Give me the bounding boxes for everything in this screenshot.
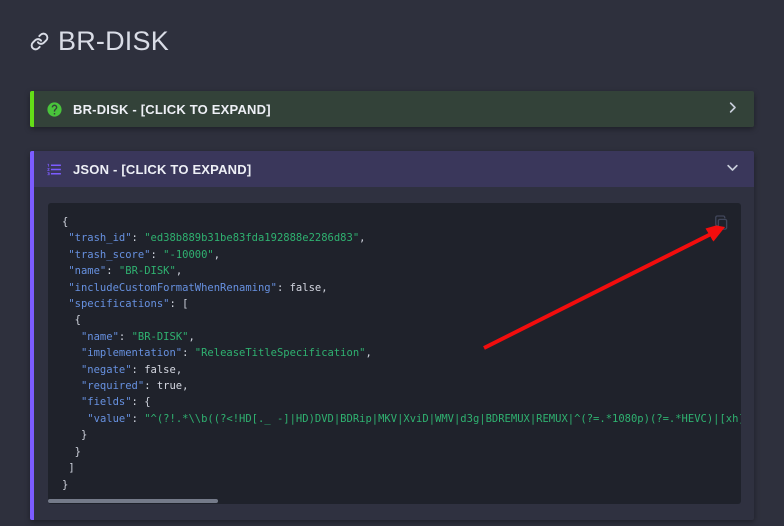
question-admonition-summary[interactable]: BR-DISK - [CLICK TO EXPAND] <box>34 91 754 127</box>
copy-icon[interactable] <box>710 211 732 233</box>
json-admonition-title: JSON - [CLICK TO EXPAND] <box>73 162 251 177</box>
json-code-block: { "trash_id": "ed38b889b31be83fda192888e… <box>48 203 741 504</box>
content-area: BR-DISK BR-DISK - [CLICK TO EXPAND] <box>0 0 784 520</box>
question-circle-icon <box>46 101 63 118</box>
chevron-down-icon <box>725 160 740 178</box>
question-admonition-title: BR-DISK - [CLICK TO EXPAND] <box>73 102 271 117</box>
json-admonition-summary[interactable]: JSON - [CLICK TO EXPAND] <box>34 151 754 187</box>
json-code: { "trash_id": "ed38b889b31be83fda192888e… <box>48 203 741 504</box>
chevron-right-icon <box>725 100 740 118</box>
json-admonition-body: { "trash_id": "ed38b889b31be83fda192888e… <box>34 187 754 520</box>
link-icon[interactable] <box>30 32 49 51</box>
json-admonition: JSON - [CLICK TO EXPAND] { "trash_id": "… <box>30 151 754 520</box>
format-list-numbered-icon <box>46 161 63 178</box>
page-title-text: BR-DISK <box>58 26 169 57</box>
horizontal-scrollbar-thumb[interactable] <box>48 499 218 503</box>
page-title: BR-DISK <box>30 26 754 57</box>
question-admonition: BR-DISK - [CLICK TO EXPAND] <box>30 91 754 127</box>
